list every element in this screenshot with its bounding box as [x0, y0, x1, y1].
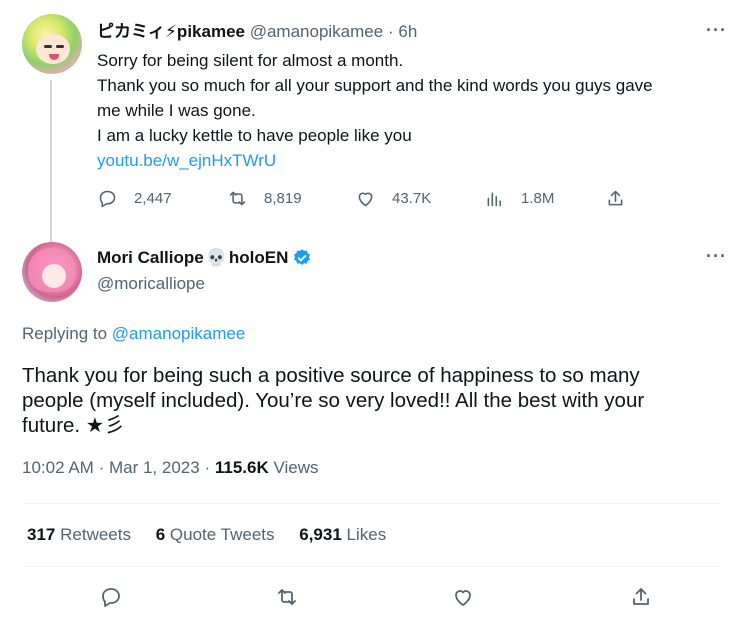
parent-reply-count: 2,447: [134, 190, 172, 207]
quote-tweets-count: 6: [155, 525, 166, 544]
retweet-icon: [278, 589, 296, 605]
retweets-count: 317: [27, 525, 56, 544]
avatar-eye-right: [56, 45, 64, 48]
meta-separator: ·: [204, 458, 211, 477]
avatar-pikamee[interactable]: [22, 14, 82, 74]
likes-count: 6,931: [299, 525, 342, 544]
parent-action-bar: 2,447 8,819 43.7K 1.8M: [97, 188, 657, 214]
parent-time-separator: ·: [387, 22, 394, 41]
parent-views-count: 1.8M: [521, 190, 555, 207]
parent-like-count: 43.7K: [392, 190, 432, 207]
parent-like-button[interactable]: 43.7K: [355, 188, 431, 209]
tweet-meta-line: 10:02 AM · Mar 1, 2023 · 115.6K Views: [22, 458, 319, 478]
reply-icon: [102, 588, 120, 607]
verified-badge-icon[interactable]: [292, 248, 312, 268]
main-display-name[interactable]: Mori Calliope 💀 holoEN: [97, 248, 312, 268]
parent-text-line: Sorry for being silent for almost a mont…: [97, 51, 404, 70]
share-icon: [633, 588, 649, 605]
parent-tweet-link[interactable]: youtu.be/w_ejnHxTWrU: [97, 148, 732, 173]
reply-icon: [99, 190, 116, 208]
parent-text-line: Thank you so much for all your support a…: [97, 76, 653, 95]
parent-retweet-count: 8,819: [264, 190, 302, 207]
replying-mention-link[interactable]: @amanopikamee: [112, 324, 246, 343]
quote-tweets-label: Quote Tweets: [169, 525, 275, 544]
main-text-line: people (myself included). You’re so very…: [22, 389, 645, 412]
thread-connector-line: [50, 80, 52, 242]
retweets-stat[interactable]: 317 Retweets: [27, 525, 131, 545]
avatar-calliope[interactable]: [22, 242, 82, 302]
replying-to-line: Replying to @amanopikamee: [22, 324, 245, 344]
reply-button[interactable]: [99, 585, 123, 614]
main-tweet-text: Thank you for being such a positive sour…: [22, 363, 722, 438]
replying-prefix: Replying to: [22, 324, 108, 343]
likes-label: Likes: [346, 525, 387, 544]
heart-icon: [455, 590, 471, 606]
parent-retweet-button[interactable]: 8,819: [227, 188, 302, 209]
like-button[interactable]: [451, 585, 475, 614]
main-text-line: Thank you for being such a positive sour…: [22, 364, 640, 387]
parent-tweet-header: ピカミィ⚡pikamee @amanopikamee · 6h: [97, 22, 417, 42]
avatar-face: [42, 264, 66, 288]
meta-separator: ·: [98, 458, 105, 477]
main-name-text: Mori Calliope: [97, 248, 204, 267]
retweet-icon: [229, 191, 246, 206]
parent-tweet-text: Sorry for being silent for almost a mont…: [97, 48, 732, 173]
main-name-suffix: holoEN: [228, 248, 289, 267]
likes-stat[interactable]: 6,931 Likes: [299, 525, 386, 545]
views-count: 115.6K: [214, 458, 269, 477]
tweet-date[interactable]: Mar 1, 2023: [109, 458, 200, 477]
skull-emoji: 💀: [205, 248, 227, 267]
parent-handle[interactable]: @amanopikamee: [250, 22, 384, 41]
analytics-icon: [487, 192, 501, 207]
main-more-options-icon[interactable]: ···: [706, 246, 727, 267]
parent-views-button[interactable]: 1.8M: [484, 188, 554, 209]
divider: [22, 566, 722, 567]
parent-text-line: I am a lucky kettle to have people like …: [97, 126, 412, 145]
quote-tweets-stat[interactable]: 6 Quote Tweets: [156, 525, 275, 545]
heart-icon: [358, 192, 373, 207]
parent-share-button[interactable]: [605, 188, 626, 209]
retweet-button[interactable]: [275, 585, 299, 614]
parent-more-options-icon[interactable]: ···: [706, 20, 727, 41]
avatar-eye-left: [44, 45, 52, 48]
parent-display-name[interactable]: ピカミィ⚡pikamee: [97, 22, 245, 41]
parent-text-line: me while I was gone.: [97, 101, 256, 120]
share-button[interactable]: [629, 585, 653, 614]
views-label: Views: [273, 458, 319, 477]
divider: [22, 503, 722, 504]
parent-timestamp[interactable]: 6h: [398, 22, 417, 41]
parent-reply-button[interactable]: 2,447: [97, 188, 172, 209]
main-action-bar: [22, 585, 722, 611]
share-icon: [608, 190, 623, 206]
tweet-time[interactable]: 10:02 AM: [22, 458, 94, 477]
main-text-line: future. ★彡: [22, 414, 125, 437]
main-handle[interactable]: @moricalliope: [97, 274, 205, 294]
engagement-stats: 317 Retweets 6 Quote Tweets 6,931 Likes: [27, 525, 406, 545]
retweets-label: Retweets: [60, 525, 131, 544]
